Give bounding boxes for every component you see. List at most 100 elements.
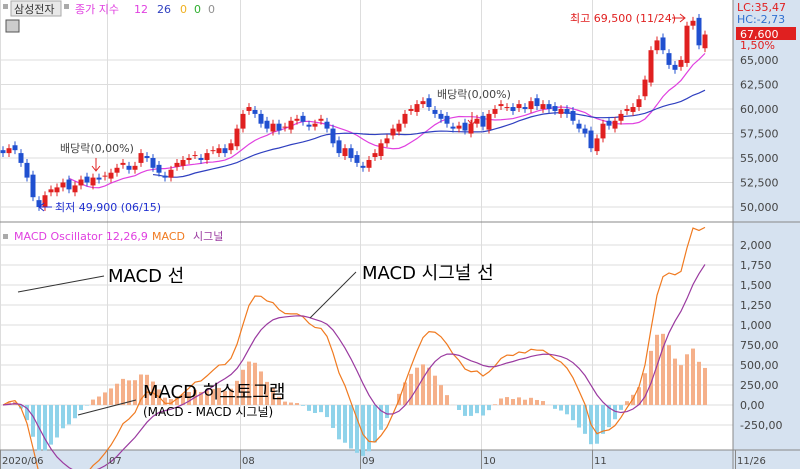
candle xyxy=(450,126,456,129)
candle xyxy=(618,113,624,121)
macd-tick: 1,000 xyxy=(740,319,772,332)
candle xyxy=(540,104,546,109)
histogram-bar xyxy=(697,361,701,405)
grid-toggle-icon[interactable] xyxy=(5,19,20,33)
price-tick: 52,500 xyxy=(740,177,779,190)
histogram-bar xyxy=(595,405,599,444)
candle xyxy=(138,153,144,163)
histogram-bar xyxy=(325,405,329,418)
macd-tick: 750,00 xyxy=(740,339,779,352)
candle xyxy=(300,115,306,122)
histogram-bar xyxy=(73,405,77,419)
pane-handle-icon xyxy=(3,234,8,239)
histogram-bar xyxy=(523,399,527,405)
candle xyxy=(702,34,708,49)
ma-value: 0 xyxy=(180,3,187,16)
histogram-bar xyxy=(313,405,317,413)
ma-label: 종가 지수 xyxy=(75,3,119,16)
candle xyxy=(240,113,246,129)
candle xyxy=(234,128,240,147)
candle xyxy=(384,138,390,144)
candle xyxy=(228,143,234,151)
candle xyxy=(96,177,102,180)
candle xyxy=(594,138,600,152)
annotation-histogram-sub: (MACD - MACD 시그널) xyxy=(143,405,273,419)
macd-tick: 2,000 xyxy=(740,239,772,252)
histogram-bar xyxy=(295,403,299,405)
candle xyxy=(312,123,318,127)
candle xyxy=(420,101,426,105)
candle xyxy=(6,148,12,154)
candle xyxy=(108,172,114,179)
dividend-label: 배당락(0,00%) xyxy=(60,142,134,155)
histogram-bar xyxy=(427,367,431,405)
annotation-signal-line: MACD 시그널 선 xyxy=(362,263,494,284)
candle xyxy=(66,179,72,190)
candle xyxy=(162,175,168,178)
dividend-label: 배당락(0,00%) xyxy=(437,88,511,101)
candle xyxy=(318,118,324,121)
candle xyxy=(348,148,354,158)
candle xyxy=(222,148,228,154)
candle xyxy=(30,174,36,198)
candle xyxy=(252,109,258,114)
candle xyxy=(672,64,678,70)
candle xyxy=(438,113,444,119)
chart-svg: 50,000 52,500 55,000 57,500 60,000 62,500 65,0… xyxy=(0,0,800,469)
price-tick: 55,000 xyxy=(740,152,779,165)
candle xyxy=(102,175,108,177)
candle xyxy=(354,155,360,163)
price-tick: 57,500 xyxy=(740,128,779,141)
macd-tick: 1,250 xyxy=(740,299,772,312)
candle xyxy=(330,128,336,144)
candle xyxy=(24,162,30,178)
histogram-bar xyxy=(85,405,89,406)
histogram-bar xyxy=(55,405,59,438)
histogram-bar xyxy=(301,405,305,406)
histogram-bar xyxy=(529,397,533,405)
candle xyxy=(456,125,462,129)
histogram-bar xyxy=(487,405,491,411)
candle xyxy=(528,101,534,109)
candle xyxy=(186,158,192,160)
change-pct: 1,50% xyxy=(740,39,775,52)
candle xyxy=(264,120,270,129)
candle xyxy=(402,113,408,124)
histogram-bar xyxy=(439,385,443,405)
candle xyxy=(60,182,66,188)
x-tick-label: 07 xyxy=(109,456,122,467)
price-tick: 62,500 xyxy=(740,79,779,92)
price-tick: 50,000 xyxy=(740,201,779,214)
histogram-bar xyxy=(493,404,497,405)
candle xyxy=(42,195,48,207)
histogram-bar xyxy=(499,398,503,405)
candle xyxy=(288,120,294,130)
stock-name[interactable]: 삼성전자 xyxy=(14,3,54,16)
candle xyxy=(444,115,450,124)
candle xyxy=(684,25,690,63)
annotation-histogram: MACD 히스토그램 xyxy=(143,382,285,403)
candle xyxy=(576,123,582,129)
candle xyxy=(522,107,528,109)
histogram-bar xyxy=(469,405,473,416)
ma-value: 26 xyxy=(157,3,171,16)
macd-tick: -250,00 xyxy=(740,419,782,432)
candle xyxy=(18,153,24,163)
macd-tick: 500,00 xyxy=(740,359,779,372)
histogram-bar xyxy=(31,405,35,437)
candle xyxy=(150,158,156,168)
candle xyxy=(114,167,120,173)
histogram-bar xyxy=(97,396,101,405)
candle xyxy=(690,20,696,26)
histogram-bar xyxy=(355,405,359,453)
histogram-bar xyxy=(331,405,335,428)
histogram-bar xyxy=(79,405,83,411)
high-label: 최고 69,500 (11/24) xyxy=(570,12,676,25)
candle xyxy=(516,104,522,109)
histogram-bar xyxy=(685,354,689,405)
ma-value: 0 xyxy=(208,3,215,16)
histogram-bar xyxy=(541,401,545,405)
candle xyxy=(468,123,474,134)
candle xyxy=(570,110,576,121)
histogram-bar xyxy=(601,405,605,434)
